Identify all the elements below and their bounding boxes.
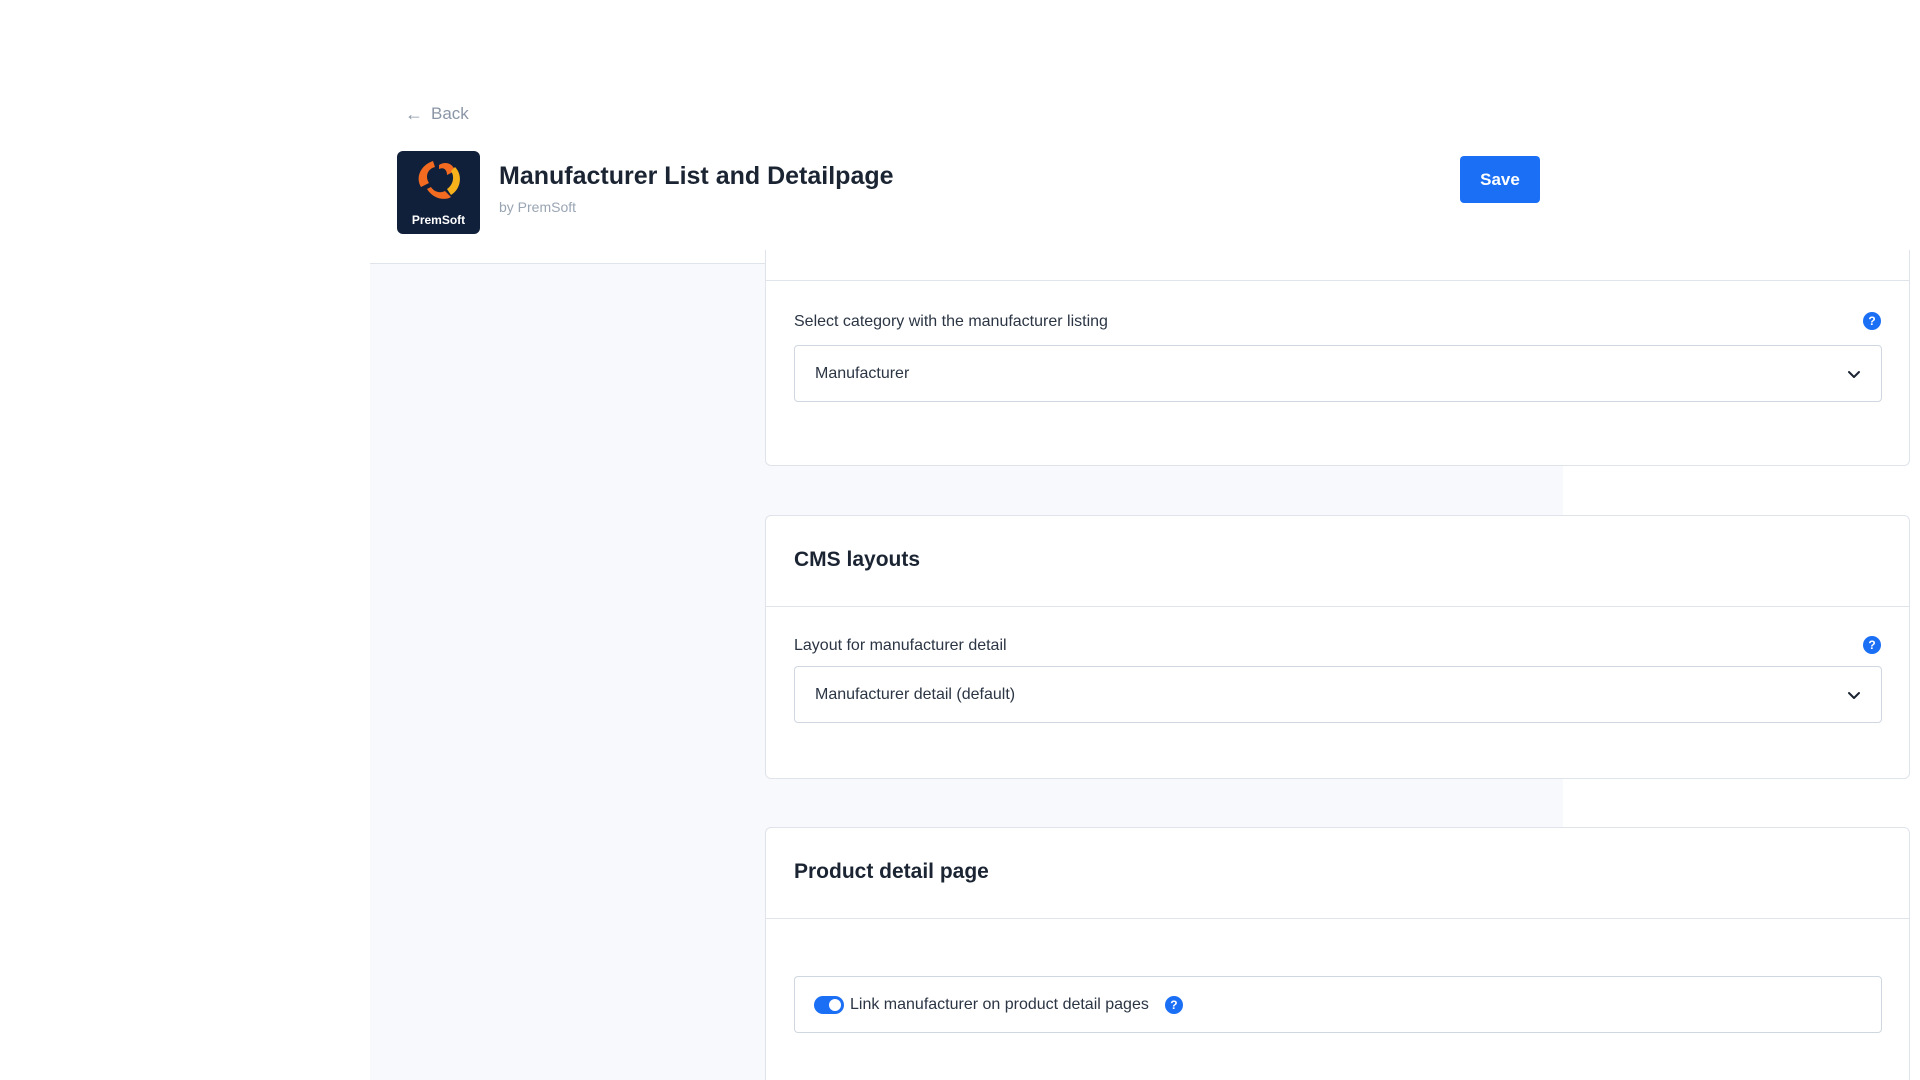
question-circle-icon[interactable]: ?	[1863, 312, 1881, 330]
chevron-down-icon	[1848, 370, 1860, 378]
question-circle-icon[interactable]: ?	[1863, 636, 1881, 654]
cms-layouts-card: CMS layouts Layout for manufacturer deta…	[765, 515, 1910, 779]
card-divider	[766, 918, 1909, 919]
manufacturer-detail-layout-label: Layout for manufacturer detail	[794, 637, 1007, 654]
back-label: Back	[431, 104, 469, 123]
link-manufacturer-toggle[interactable]	[814, 995, 844, 1014]
app-settings-page: ← Back PremSoft Manufacturer List and De…	[0, 0, 1920, 1080]
cms-layouts-title: CMS layouts	[794, 548, 921, 571]
settings-content: Select category with the manufacturer li…	[370, 250, 1910, 1080]
app-vendor: by PremSoft	[499, 199, 577, 215]
arrow-left-icon: ←	[405, 104, 423, 124]
question-circle-icon[interactable]: ?	[1164, 995, 1183, 1014]
save-button[interactable]: Save	[1460, 156, 1540, 203]
card-divider	[766, 606, 1909, 607]
premsoft-logo-icon	[418, 161, 460, 199]
app-logo: PremSoft	[397, 151, 480, 234]
card-divider	[766, 280, 1909, 281]
product-detail-title: Product detail page	[794, 860, 989, 883]
listing-category-value: Manufacturer	[815, 364, 910, 382]
toggle-knob	[829, 998, 841, 1011]
listing-category-select[interactable]: Manufacturer	[794, 345, 1882, 402]
back-link[interactable]: ← Back	[405, 104, 469, 124]
listing-category-label: Select category with the manufacturer li…	[794, 313, 1108, 330]
link-manufacturer-label: Link manufacturer on product detail page…	[850, 995, 1149, 1013]
app-title: Manufacturer List and Detailpage	[499, 162, 894, 190]
chevron-down-icon	[1848, 691, 1860, 699]
manufacturer-detail-layout-select[interactable]: Manufacturer detail (default)	[794, 666, 1882, 723]
manufacturer-detail-layout-value: Manufacturer detail (default)	[815, 685, 1016, 703]
link-manufacturer-row: Link manufacturer on product detail page…	[794, 976, 1882, 1033]
logo-text: PremSoft	[411, 213, 466, 227]
listing-card: Select category with the manufacturer li…	[765, 250, 1910, 466]
product-detail-card: Product detail page Link manufacturer on…	[765, 827, 1910, 1080]
